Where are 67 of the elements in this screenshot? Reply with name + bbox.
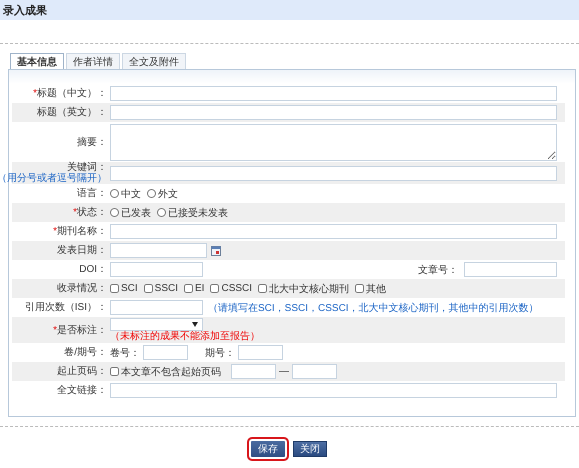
date-field[interactable] (110, 243, 207, 258)
caret-icon (192, 322, 198, 327)
range-dash: — (279, 366, 289, 377)
text-area[interactable] (110, 124, 557, 160)
option-label: 已发表 (121, 206, 151, 220)
input-field[interactable] (110, 166, 557, 180)
input-field[interactable] (143, 345, 188, 360)
input-field[interactable] (110, 86, 557, 101)
radio-button[interactable] (157, 208, 166, 217)
field-label: 卷号： (110, 346, 140, 360)
option-label: 已接受未发表 (168, 206, 228, 220)
option-label: EI (195, 283, 204, 294)
option-label: 中文 (121, 188, 141, 200)
radio-button[interactable] (110, 208, 119, 217)
option-label: 其他 (366, 282, 386, 296)
field-label: 收录情况： (57, 283, 107, 294)
option-label: SSCI (154, 283, 178, 294)
radio-button[interactable] (110, 189, 119, 198)
option-label: 外文 (158, 188, 178, 200)
checkbox[interactable] (110, 284, 119, 293)
warning-text: （未标注的成果不能添加至报告） (110, 331, 260, 342)
dropdown[interactable] (110, 318, 203, 331)
field-label: 关键词： (67, 162, 107, 173)
calendar-icon[interactable] (211, 246, 221, 256)
input-field[interactable] (464, 262, 557, 277)
checkbox[interactable] (210, 284, 220, 293)
option-label: 本文章不包含起始页码 (121, 366, 221, 378)
field-label: 卷/期号： (64, 347, 107, 358)
checkbox[interactable] (144, 284, 153, 293)
field-label: 标题（英文）： (37, 107, 107, 118)
option-label: CSSCI (221, 283, 252, 294)
field-label: 引用次数（ISI）： (24, 302, 107, 313)
tab[interactable]: 全文及附件 (122, 53, 186, 69)
field-label: *状态： (73, 207, 107, 218)
checkbox[interactable] (355, 284, 364, 293)
field-label: *是否标注： (53, 324, 107, 336)
field-label: DOI： (79, 264, 107, 275)
input-field[interactable] (110, 224, 557, 239)
field-label: 起止页码： (57, 366, 107, 377)
field-label: 摘要： (77, 136, 107, 148)
input-field[interactable] (110, 300, 203, 315)
field-label: 发表日期： (57, 245, 107, 256)
tab[interactable]: 基本信息 (10, 53, 64, 69)
page-title: 录入成果 (3, 4, 47, 18)
checkbox[interactable] (110, 367, 119, 376)
checkbox[interactable] (258, 284, 268, 293)
tab[interactable]: 作者详情 (66, 53, 120, 69)
input-field[interactable] (110, 262, 203, 277)
input-field[interactable] (238, 345, 283, 360)
button[interactable]: 关闭 (293, 441, 327, 457)
field-label: 文章号： (418, 264, 458, 276)
field-label: *标题（中文）： (33, 88, 107, 99)
field-label: 全文链接： (57, 385, 107, 396)
field-label: 期号： (205, 346, 235, 360)
input-field[interactable] (110, 105, 557, 120)
radio-button[interactable] (147, 189, 156, 198)
input-field[interactable] (231, 364, 276, 379)
checkbox[interactable] (184, 284, 194, 293)
field-hint: （用分号或者逗号隔开） (0, 173, 107, 184)
highlighted-button[interactable]: 保存 (247, 437, 289, 461)
option-label: 北大中文核心期刊 (269, 282, 350, 296)
option-label: SCI (121, 283, 138, 294)
field-label: 语言： (77, 188, 107, 199)
input-field[interactable] (292, 364, 337, 379)
field-label: *期刊名称： (53, 226, 107, 237)
field-hint: （请填写在SCI，SSCI，CSSCI，北大中文核心期刊，其他中的引用次数） (208, 302, 539, 314)
input-field[interactable] (110, 383, 557, 398)
